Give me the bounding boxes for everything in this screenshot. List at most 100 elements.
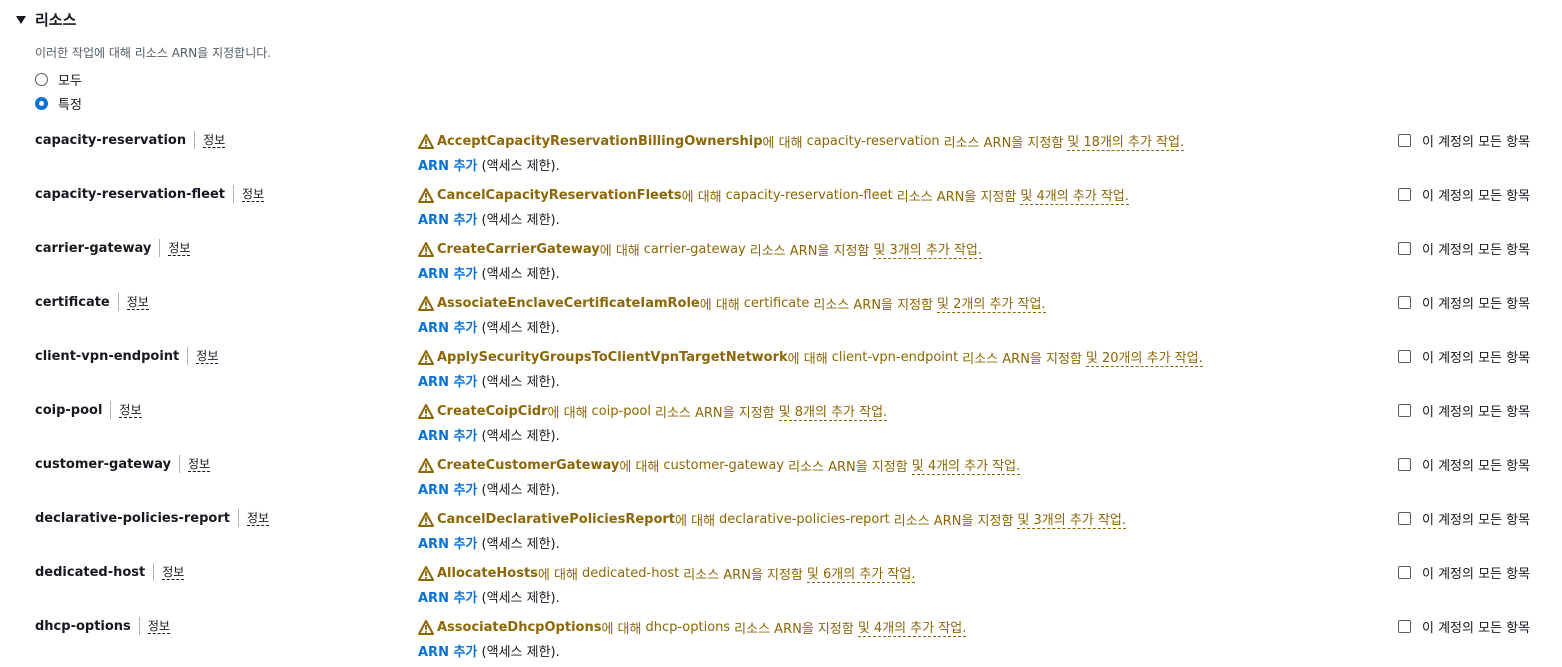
all-in-account-option[interactable]: 이 계정의 모든 항목 xyxy=(1398,347,1530,366)
action-name: CreateCustomerGateway xyxy=(437,457,620,473)
warning-message: CreateCustomerGateway 에 대해 customer-gatewa… xyxy=(418,455,1021,475)
more-actions-link[interactable]: 및 4개의 추가 작업. xyxy=(911,455,1021,475)
info-link[interactable]: 정보 xyxy=(196,349,219,364)
all-in-account-checkbox[interactable] xyxy=(1398,458,1411,471)
all-in-account-checkbox[interactable] xyxy=(1398,350,1411,363)
resource-name-group: coip-pool 정보 xyxy=(35,401,142,419)
warning-message: CreateCoipCidr 에 대해 coip-pool 리소스 ARN을 지정함 및… xyxy=(418,401,888,421)
all-in-account-checkbox[interactable] xyxy=(1398,620,1411,633)
arn-add-line: ARN 추가 (액세스 제한). xyxy=(418,641,560,660)
arn-add-line: ARN 추가 (액세스 제한). xyxy=(418,263,560,282)
info-link[interactable]: 정보 xyxy=(162,565,185,580)
divider xyxy=(194,131,196,149)
resource-name: capacity-reservation-fleet xyxy=(35,186,225,202)
resource-row: certificate 정보 AssociateEnclaveCertificate… xyxy=(0,289,1562,343)
radio-specific-circle[interactable] xyxy=(35,97,48,110)
add-arn-link[interactable]: ARN 추가 xyxy=(418,537,477,552)
and-text: 및 xyxy=(937,297,949,312)
divider xyxy=(237,509,239,527)
for-text: 에 대해 xyxy=(547,405,588,421)
add-arn-link[interactable]: ARN 추가 xyxy=(418,213,477,228)
more-actions-link[interactable]: 및 2개의 추가 작업. xyxy=(937,293,1046,313)
resource-name-inline: certificate xyxy=(743,295,810,311)
all-in-account-checkbox[interactable] xyxy=(1398,512,1411,525)
add-arn-link[interactable]: ARN 추가 xyxy=(418,375,477,390)
action-name: CreateCarrierGateway xyxy=(437,241,600,257)
all-in-account-option[interactable]: 이 계정의 모든 항목 xyxy=(1398,509,1530,528)
arn-restriction-note: (액세스 제한). xyxy=(481,267,560,282)
all-in-account-option[interactable]: 이 계정의 모든 항목 xyxy=(1398,239,1530,258)
resource-name-group: dhcp-options 정보 xyxy=(35,617,170,635)
all-in-account-checkbox[interactable] xyxy=(1398,188,1411,201)
and-text: 및 xyxy=(911,459,924,474)
action-name: AllocateHosts xyxy=(437,565,538,581)
more-actions-link[interactable]: 및 4개의 추가 작업. xyxy=(857,617,967,637)
add-arn-link[interactable]: ARN 추가 xyxy=(418,267,477,282)
action-name: AcceptCapacityReservationBillingOwnershi… xyxy=(437,133,763,149)
info-link[interactable]: 정보 xyxy=(168,241,191,256)
all-in-account-option[interactable]: 이 계정의 모든 항목 xyxy=(1398,617,1530,636)
all-in-account-checkbox[interactable] xyxy=(1398,404,1411,417)
all-in-account-option[interactable]: 이 계정의 모든 항목 xyxy=(1398,563,1530,582)
all-in-account-checkbox[interactable] xyxy=(1398,566,1411,579)
more-actions-count: 4개의 추가 작업. xyxy=(1036,189,1129,204)
arn-add-line: ARN 추가 (액세스 제한). xyxy=(418,533,560,552)
add-arn-link[interactable]: ARN 추가 xyxy=(418,429,477,444)
all-in-account-label: 이 계정의 모든 항목 xyxy=(1422,297,1531,312)
divider xyxy=(187,347,189,365)
resources-section-header[interactable]: 리소스 xyxy=(16,9,76,30)
specify-text: 리소스 ARN을 지정함 xyxy=(962,351,1082,367)
all-in-account-checkbox[interactable] xyxy=(1398,296,1411,309)
more-actions-link[interactable]: 및 3개의 추가 작업. xyxy=(1017,509,1126,529)
and-text: 및 xyxy=(778,405,791,420)
info-link[interactable]: 정보 xyxy=(126,295,149,310)
more-actions-link[interactable]: 및 6개의 추가 작업. xyxy=(806,563,916,583)
all-in-account-option[interactable]: 이 계정의 모든 항목 xyxy=(1398,293,1530,312)
add-arn-link[interactable]: ARN 추가 xyxy=(418,159,477,174)
warning-icon xyxy=(418,187,434,203)
radio-all[interactable]: 모두 xyxy=(35,70,82,89)
add-arn-link[interactable]: ARN 추가 xyxy=(418,645,477,660)
all-in-account-checkbox[interactable] xyxy=(1398,134,1411,147)
more-actions-link[interactable]: 및 18개의 추가 작업. xyxy=(1067,131,1185,151)
all-in-account-option[interactable]: 이 계정의 모든 항목 xyxy=(1398,131,1530,150)
info-link[interactable]: 정보 xyxy=(241,187,265,202)
resource-name-inline: carrier-gateway xyxy=(643,241,746,257)
resource-name-inline: customer-gateway xyxy=(663,457,785,473)
more-actions-link[interactable]: 및 3개의 추가 작업. xyxy=(873,239,982,259)
add-arn-link[interactable]: ARN 추가 xyxy=(418,483,477,498)
radio-specific-label: 특정 xyxy=(58,98,82,113)
info-link[interactable]: 정보 xyxy=(119,403,142,418)
arn-restriction-note: (액세스 제한). xyxy=(481,429,560,444)
more-actions-count: 18개의 추가 작업. xyxy=(1083,135,1185,150)
warning-message: AllocateHosts 에 대해 dedicated-host 리소스 ARN을 … xyxy=(418,563,916,583)
all-in-account-checkbox[interactable] xyxy=(1398,242,1411,255)
add-arn-link[interactable]: ARN 추가 xyxy=(418,591,477,606)
section-description: 이러한 작업에 대해 리소스 ARN을 지정합니다. xyxy=(35,46,272,60)
resource-row: dedicated-host 정보 AllocateHosts 에 대해 dedicat… xyxy=(0,559,1562,613)
more-actions-count: 20개의 추가 작업. xyxy=(1102,351,1203,366)
and-text: 및 xyxy=(1020,189,1033,204)
radio-specific[interactable]: 특정 xyxy=(35,94,82,113)
more-actions-count: 3개의 추가 작업. xyxy=(889,243,982,258)
warning-icon xyxy=(418,133,434,149)
warning-message: AssociateEnclaveCertificateIamRole 에 대해 ce… xyxy=(418,293,1046,313)
info-link[interactable]: 정보 xyxy=(147,619,170,634)
all-in-account-option[interactable]: 이 계정의 모든 항목 xyxy=(1398,401,1530,420)
divider xyxy=(110,401,112,419)
info-link[interactable]: 정보 xyxy=(187,457,211,472)
more-actions-link[interactable]: 및 20개의 추가 작업. xyxy=(1085,347,1203,367)
info-link[interactable]: 정보 xyxy=(203,133,226,148)
resource-name: certificate xyxy=(35,294,110,310)
more-actions-link[interactable]: 및 4개의 추가 작업. xyxy=(1020,185,1129,205)
warning-message: ApplySecurityGroupsToClientVpnTargetNetw… xyxy=(418,347,1203,367)
more-actions-link[interactable]: 및 8개의 추가 작업. xyxy=(778,401,888,421)
resource-name-inline: capacity-reservation-fleet xyxy=(725,187,893,203)
all-in-account-label: 이 계정의 모든 항목 xyxy=(1422,459,1531,474)
all-in-account-option[interactable]: 이 계정의 모든 항목 xyxy=(1398,455,1530,474)
arn-restriction-note: (액세스 제한). xyxy=(481,159,560,174)
add-arn-link[interactable]: ARN 추가 xyxy=(418,321,477,336)
radio-all-circle[interactable] xyxy=(35,73,48,86)
info-link[interactable]: 정보 xyxy=(246,511,270,526)
all-in-account-option[interactable]: 이 계정의 모든 항목 xyxy=(1398,185,1530,204)
